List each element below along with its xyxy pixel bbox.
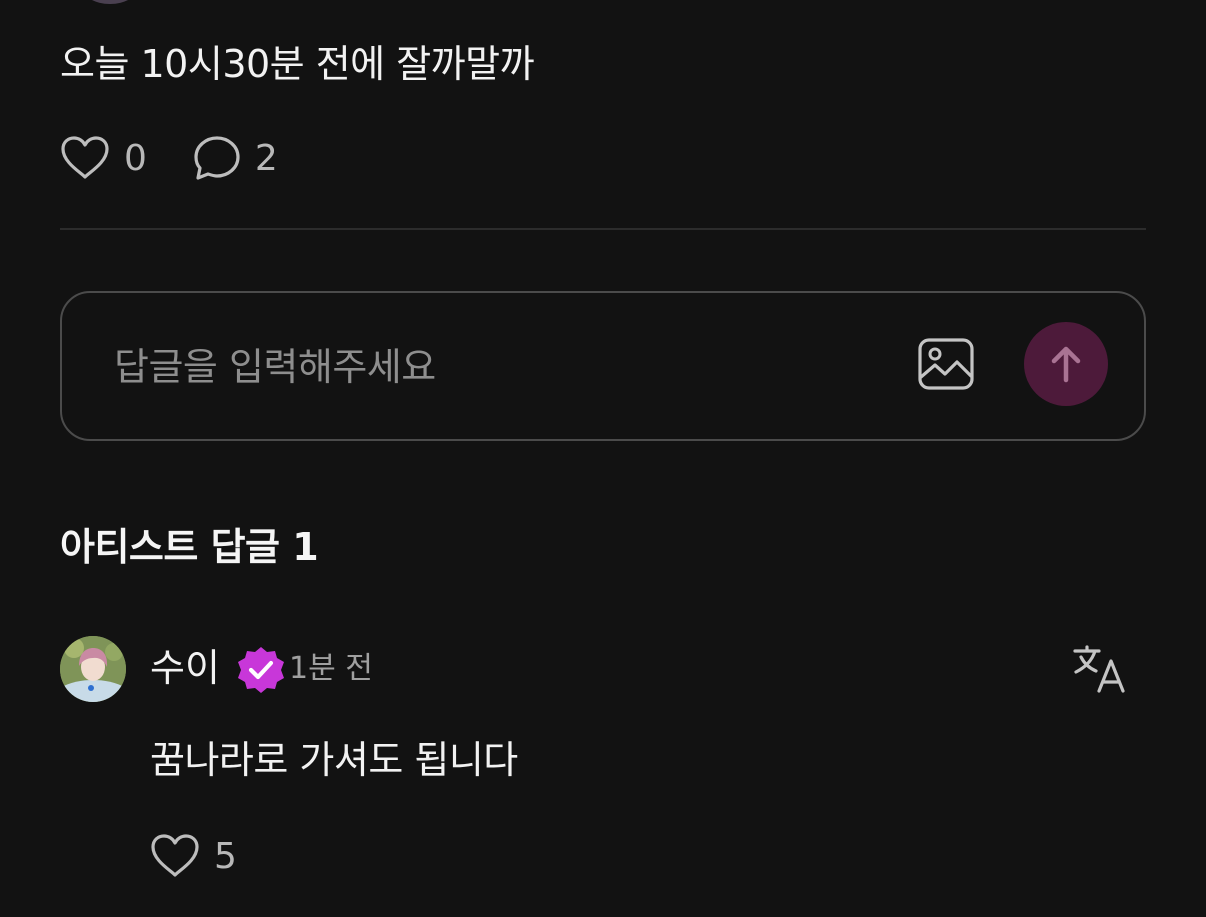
post-detail-page: 오늘 10시30분 전에 잘까말까 0 2 답글을 입력해주세요 아티스트 답글… xyxy=(0,0,1206,917)
comment-timestamp: 1분 전 xyxy=(289,651,373,686)
post-author-avatar[interactable] xyxy=(82,0,138,4)
arrow-up-icon xyxy=(1051,346,1081,383)
image-icon xyxy=(918,338,974,390)
post-text: 오늘 10시30분 전에 잘까말까 xyxy=(60,42,535,86)
comment-author-name[interactable]: 수이 xyxy=(150,644,220,692)
comment-text: 꿈나라로 가셔도 됩니다 xyxy=(150,738,518,782)
verified-badge-icon xyxy=(238,647,284,693)
comment-count: 2 xyxy=(254,137,278,179)
comment-button[interactable]: 2 xyxy=(193,135,278,181)
like-count: 0 xyxy=(124,137,147,179)
comment-like-count: 5 xyxy=(214,835,237,877)
translate-icon xyxy=(1073,645,1125,693)
like-button[interactable]: 0 xyxy=(60,135,147,181)
attach-image-button[interactable] xyxy=(917,337,975,391)
avatar-photo xyxy=(60,636,126,702)
comment-like-button[interactable]: 5 xyxy=(150,832,237,880)
send-reply-button[interactable] xyxy=(1024,322,1108,406)
artist-replies-heading: 아티스트 답글 1 xyxy=(60,525,319,569)
heart-icon xyxy=(151,834,199,877)
divider xyxy=(60,228,1146,230)
translate-button[interactable] xyxy=(1072,644,1126,694)
reply-composer xyxy=(60,291,1146,441)
heart-icon xyxy=(61,136,109,179)
avatar[interactable] xyxy=(60,636,126,702)
comment-bubble-icon xyxy=(194,136,240,180)
post-stats: 0 2 xyxy=(60,134,324,182)
reply-input[interactable] xyxy=(112,337,876,397)
